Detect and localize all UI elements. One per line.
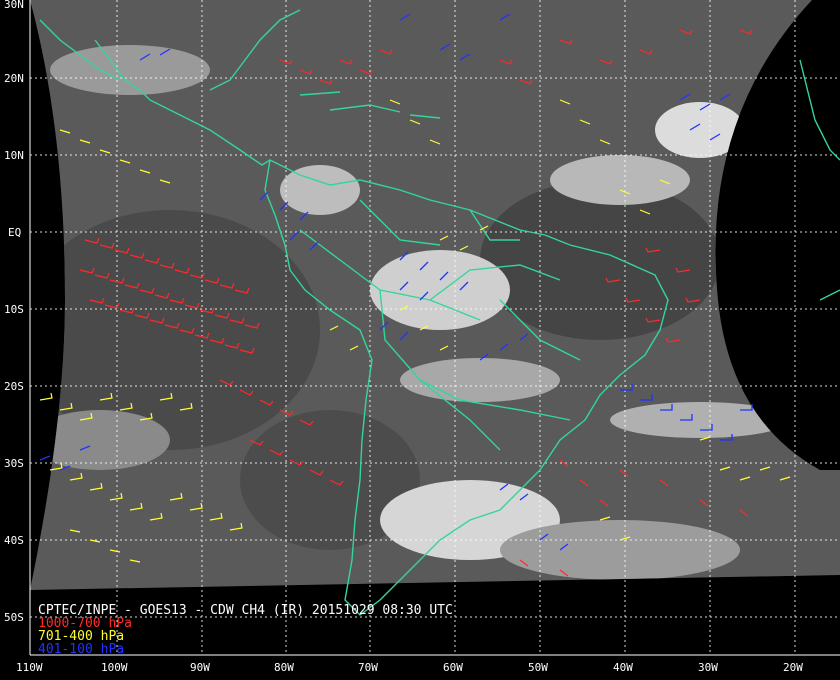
satellite-map: 30N 20N 10N EQ 10S 20S 30S 40S 50S 110W … xyxy=(4,0,840,674)
lon-label: 100W xyxy=(101,661,128,674)
lon-label: 30W xyxy=(698,661,718,674)
latitude-labels: 30N 20N 10N EQ 10S 20S 30S 40S 50S xyxy=(4,0,24,624)
lat-label: 30S xyxy=(4,457,24,470)
lon-label: 40W xyxy=(613,661,633,674)
lat-label: 30N xyxy=(4,0,24,11)
longitude-labels: 110W 100W 90W 80W 70W 60W 50W 40W 30W 20… xyxy=(16,661,803,674)
satellite-image xyxy=(30,0,840,590)
lon-label: 20W xyxy=(783,661,803,674)
lat-label: 50S xyxy=(4,611,24,624)
lat-label: EQ xyxy=(8,226,21,239)
lon-label: 110W xyxy=(16,661,43,674)
lon-label: 80W xyxy=(274,661,294,674)
lat-label: 20S xyxy=(4,380,24,393)
lat-label: 20N xyxy=(4,72,24,85)
lon-label: 50W xyxy=(528,661,548,674)
lat-label: 10N xyxy=(4,149,24,162)
lat-label: 40S xyxy=(4,534,24,547)
lon-label: 60W xyxy=(443,661,463,674)
lon-label: 70W xyxy=(358,661,378,674)
legend-high-level: 401-100 hPa xyxy=(38,642,125,657)
lat-label: 10S xyxy=(4,303,24,316)
lon-label: 90W xyxy=(190,661,210,674)
